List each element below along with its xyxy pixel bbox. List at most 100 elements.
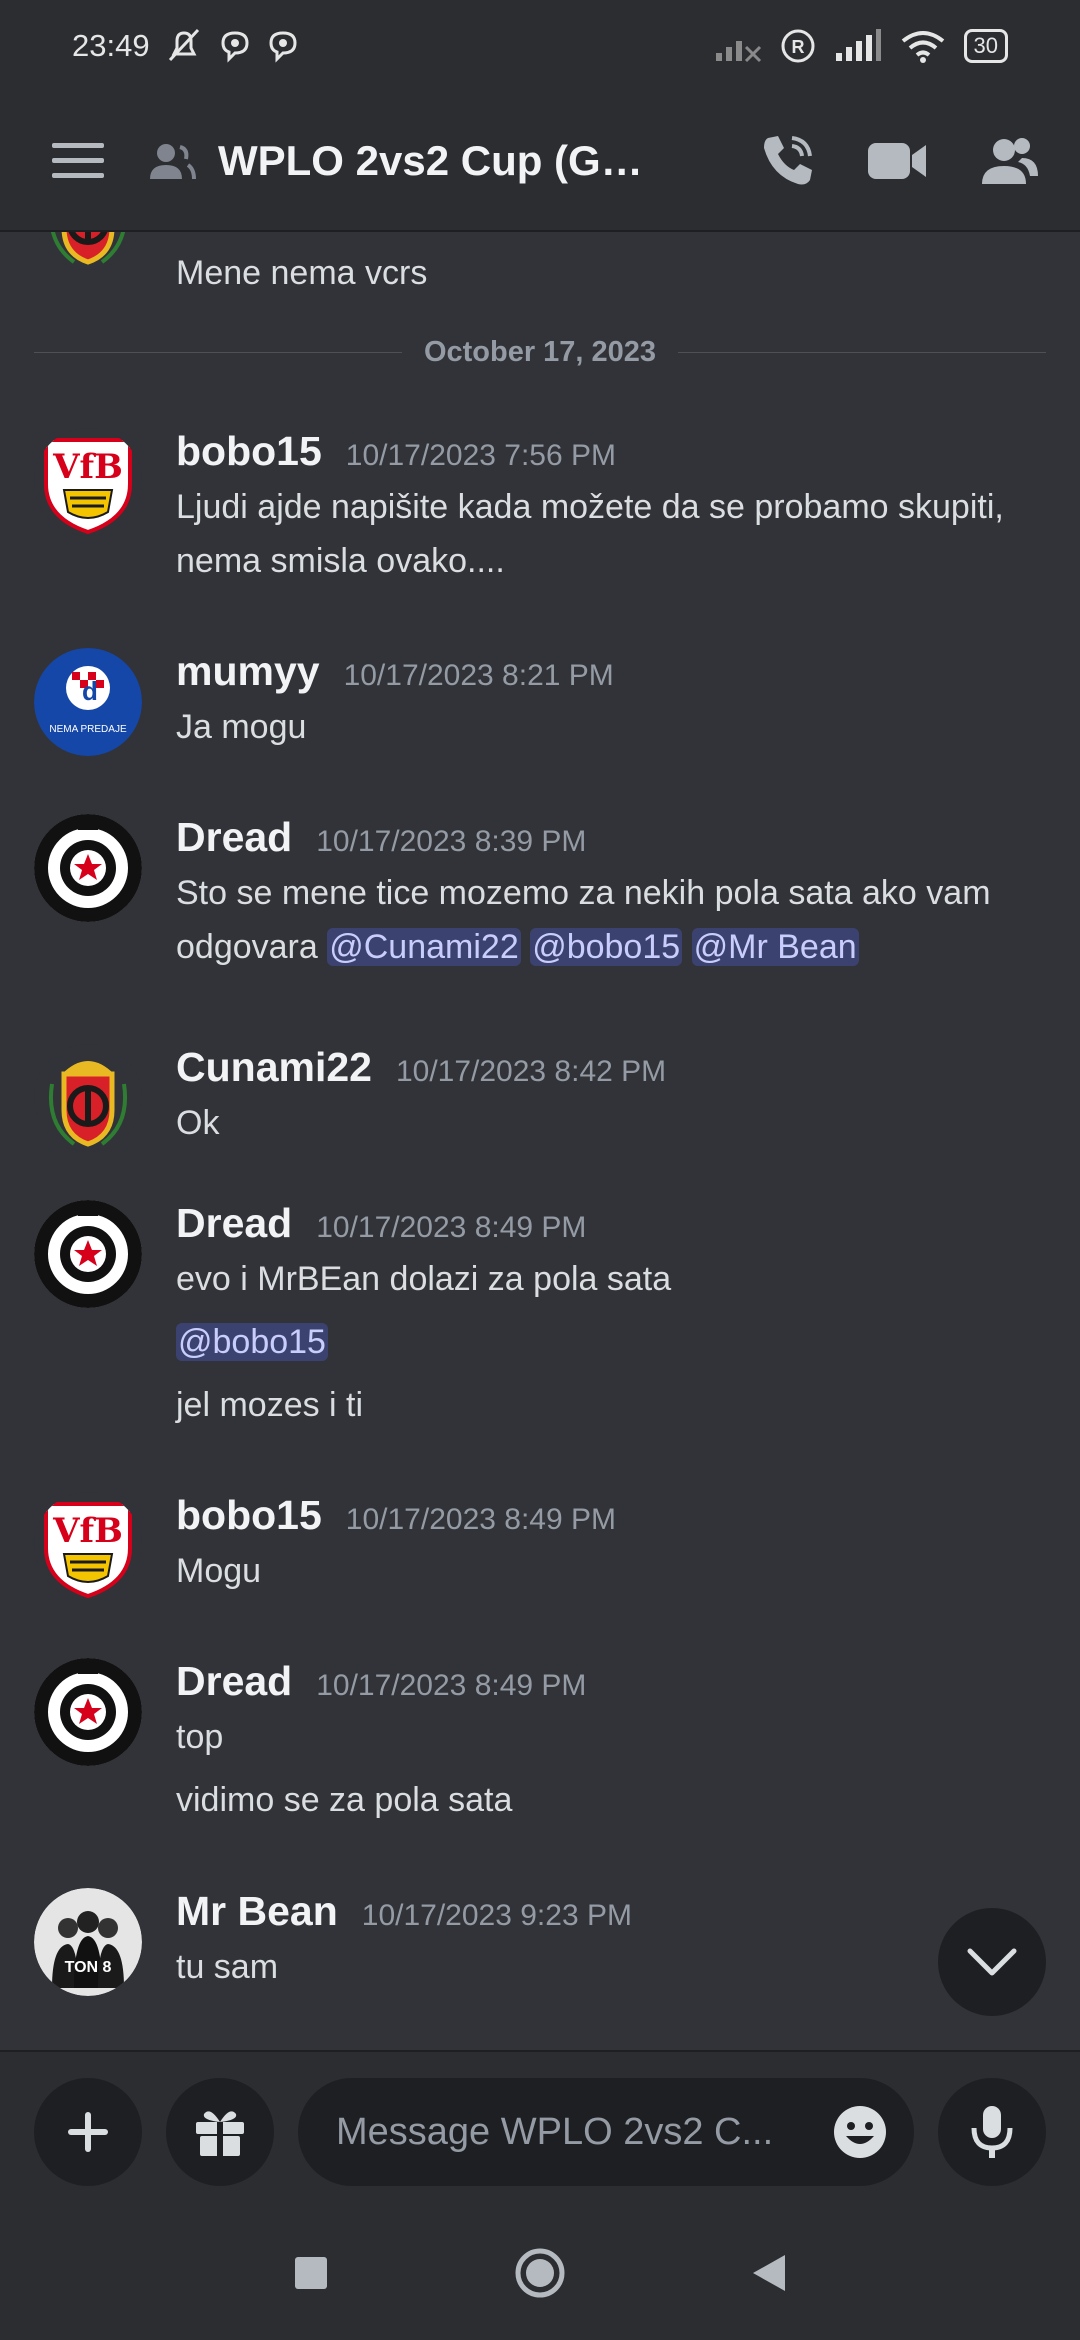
message-header: mumyy 10/17/2023 8:21 PM [176,648,1040,700]
status-time: 23:49 [72,28,150,63]
message-text-line: Sto se mene tice mozemo za nekih pola sa… [176,874,991,912]
avatar-bobo15[interactable]: VfB [34,428,142,536]
members-icon[interactable] [978,136,1040,186]
header-actions [758,132,1040,190]
timestamp: 10/17/2023 8:42 PM [395,1055,667,1088]
username[interactable]: bobo15 [176,428,322,475]
message-text: vidimo se za pola sata [176,1781,513,1819]
timestamp: 10/17/2023 8:49 PM [345,1503,617,1536]
message-content: Mene nema vcrs [176,246,1040,300]
date-divider-text: October 17, 2023 [423,335,657,368]
timestamp: 10/17/2023 8:49 PM [316,1211,587,1244]
partizan-crest-icon [34,814,142,922]
username[interactable]: Dread [176,814,292,861]
mention-mr-bean[interactable]: @Mr Bean [691,928,859,966]
message-text: Ja mogu [176,708,307,746]
roaming-icon: R [781,29,815,63]
message-input[interactable] [334,2109,778,2155]
status-right: R 30 [714,28,1008,64]
svg-text:VfB: VfB [52,1511,123,1551]
channel-title-area[interactable]: WPLO 2vs2 Cup (Gr... [148,137,758,185]
message-header: Mr Bean 10/17/2023 9:23 PM [176,1888,1040,1940]
dinamo-crest-icon: d NEMA PREDAJE [34,648,142,756]
avatar-dread[interactable] [34,814,142,922]
avatar-bobo15[interactable]: VfB [34,1492,142,1600]
gift-icon [196,2111,244,2156]
system-navigation-bar [0,2206,1080,2340]
avatar-dread[interactable] [34,1200,142,1308]
timestamp: 10/17/2023 8:21 PM [343,659,614,692]
partial-message: Mene nema vcrs [0,232,1080,342]
stuttgart-crest-icon: VfB [34,428,142,536]
video-call-icon[interactable] [866,139,928,183]
mention-cunami22[interactable]: @Cunami22 [327,928,521,966]
timestamp: 10/17/2023 8:49 PM [316,1669,587,1702]
voice-call-icon[interactable] [758,132,816,190]
avatar-cunami22[interactable] [34,232,142,270]
team-photo-avatar-icon: TON 8 [34,1888,142,1996]
nav-home-icon[interactable] [514,2247,566,2299]
channel-title: WPLO 2vs2 Cup (Gr... [218,137,648,184]
nav-back-icon[interactable] [751,2253,787,2293]
avatar-mr-bean[interactable]: TON 8 [34,1888,142,1996]
battery-level: 30 [963,29,1008,63]
group-dm-icon [150,144,196,180]
avatar-text: TON 8 [65,1959,112,1976]
viber-icon [221,31,249,63]
mute-notifications-icon [168,28,199,62]
username[interactable]: bobo15 [176,1492,322,1539]
add-attachment-button[interactable] [34,2078,142,2186]
emoji-icon[interactable] [832,2104,888,2160]
avatar-cunami22[interactable] [34,1044,142,1152]
menu-button[interactable] [38,121,118,201]
plus-icon [68,2112,108,2152]
message-header: Dread 10/17/2023 8:49 PM [176,1200,1040,1252]
message-content: Mr Bean 10/17/2023 9:23 PM tu sam [176,1888,1040,1994]
message-text: Mogu [176,1552,262,1590]
message-text-line: odgovara [176,928,318,966]
message-text: tu sam [176,1948,279,1986]
date-divider: October 17, 2023 [34,332,1047,372]
jump-to-present-button[interactable] [938,1908,1046,2016]
message-header: Cunami22 10/17/2023 8:42 PM [176,1044,1040,1096]
message-list[interactable]: Mene nema vcrs October 17, 2023 VfB bobo… [0,232,1080,2050]
stuttgart-crest-icon: VfB [34,1492,142,1600]
mention-bobo15[interactable]: @bobo15 [176,1323,328,1361]
timestamp: 10/17/2023 7:56 PM [345,439,617,472]
message-content: mumyy 10/17/2023 8:21 PM Ja mogu [176,648,1040,754]
mallorca-crest-icon [34,1044,142,1152]
channel-header: WPLO 2vs2 Cup (Gr... [0,92,1080,232]
mention-bobo15[interactable]: @bobo15 [530,928,683,966]
message-text: jel mozes i ti [176,1386,364,1424]
message-header: Dread 10/17/2023 8:49 PM [176,1658,1040,1710]
message-composer [0,2050,1080,2206]
message-text: Sto se mene tice mozemo za nekih pola sa… [176,866,1040,974]
username[interactable]: Dread [176,1200,292,1247]
mallorca-crest-icon [34,232,142,270]
message-content: Dread 10/17/2023 8:39 PM Sto se mene tic… [176,814,1040,974]
username[interactable]: Dread [176,1658,292,1705]
message-input-container[interactable] [298,2078,914,2186]
username[interactable]: Cunami22 [176,1044,372,1091]
avatar-mumyy[interactable]: d NEMA PREDAJE [34,648,142,756]
svg-text:R: R [791,37,804,57]
voice-message-button[interactable] [938,2078,1046,2186]
message-text: Ljudi ajde napišite kada možete da se pr… [176,488,1004,580]
message-text: Mene nema vcrs [176,254,428,292]
status-bar: 23:49 R 30 [0,0,1080,92]
gift-button[interactable] [166,2078,274,2186]
message-text: evo i MrBEan dolazi za pola sata [176,1260,672,1298]
message-content: bobo15 10/17/2023 8:49 PM Mogu [176,1492,1040,1598]
nav-recents-icon[interactable] [293,2255,329,2291]
username[interactable]: mumyy [176,648,320,695]
message-header: Dread 10/17/2023 8:39 PM [176,814,1040,866]
svg-text:d: d [82,676,98,706]
status-left: 23:49 [72,28,300,64]
message-content: bobo15 10/17/2023 7:56 PM Ljudi ajde nap… [176,428,1040,588]
no-signal-icon [715,41,761,63]
username[interactable]: Mr Bean [176,1888,338,1935]
signal-icon [835,29,881,61]
message-text: Ok [176,1104,220,1142]
message-content: Cunami22 10/17/2023 8:42 PM Ok [176,1044,1040,1150]
avatar-dread[interactable] [34,1658,142,1766]
